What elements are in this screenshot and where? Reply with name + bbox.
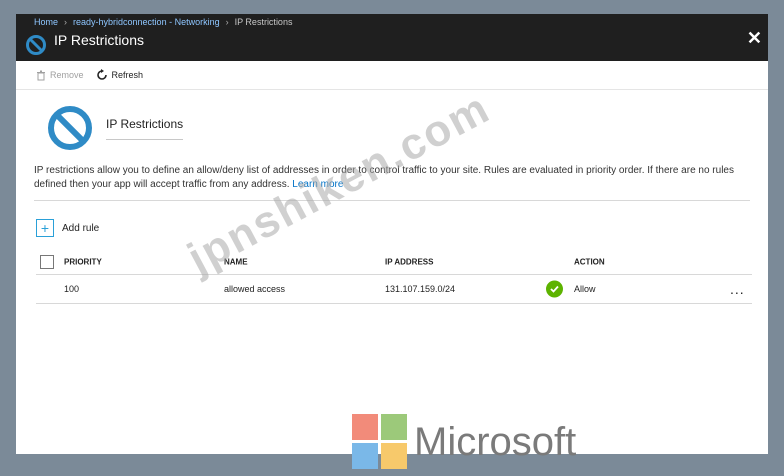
refresh-button[interactable]: Refresh [96,69,144,81]
no-entry-icon [26,35,46,55]
hero-title: IP Restrictions [106,117,184,140]
rules-table: PRIORITY NAME IP ADDRESS ACTION 100 allo… [36,250,752,304]
breadcrumb: Home › ready-hybridconnection - Networki… [34,17,292,27]
table-header: PRIORITY NAME IP ADDRESS ACTION [36,250,752,275]
select-all-checkbox[interactable] [40,255,54,269]
divider [34,200,750,201]
table-row[interactable]: 100 allowed access 131.107.159.0/24 Allo… [36,275,752,304]
add-rule-label: Add rule [62,222,100,234]
blade-title: IP Restrictions [54,32,144,48]
checkmark-icon [546,280,563,298]
refresh-icon [96,69,107,80]
row-ip: 131.107.159.0/24 [385,284,456,294]
hero-section: IP Restrictions [46,104,184,152]
ip-restrictions-blade: Home › ready-hybridconnection - Networki… [16,14,768,454]
breadcrumb-current: IP Restrictions [234,17,293,27]
chevron-right-icon: › [64,17,68,27]
column-header-ip[interactable]: IP ADDRESS [385,258,433,267]
command-bar: Remove Refresh [16,61,768,90]
close-icon[interactable]: ✕ [747,28,762,49]
chevron-right-icon: › [225,17,229,27]
row-name: allowed access [224,284,286,294]
column-header-priority[interactable]: PRIORITY [64,258,102,267]
remove-label: Remove [50,70,84,80]
blade-header: Home › ready-hybridconnection - Networki… [16,14,768,61]
add-rule-button[interactable]: + Add rule [36,219,99,237]
row-action: Allow [574,284,596,294]
breadcrumb-resource[interactable]: ready-hybridconnection - Networking [73,17,220,27]
breadcrumb-home[interactable]: Home [34,17,58,27]
refresh-label: Refresh [111,70,144,80]
column-header-name[interactable]: NAME [224,258,248,267]
description-text: IP restrictions allow you to define an a… [34,165,734,190]
trash-icon [37,70,45,80]
microsoft-logo-icon [352,414,407,469]
remove-button[interactable]: Remove [36,70,84,81]
microsoft-wordmark: Microsoft [414,420,577,464]
no-entry-icon [48,106,92,150]
column-header-action[interactable]: ACTION [574,258,605,267]
learn-more-link[interactable]: Learn more [292,179,343,190]
more-options-icon[interactable]: ... [730,281,745,297]
plus-icon: + [36,219,54,237]
row-priority: 100 [64,284,80,294]
description: IP restrictions allow you to define an a… [34,164,746,192]
